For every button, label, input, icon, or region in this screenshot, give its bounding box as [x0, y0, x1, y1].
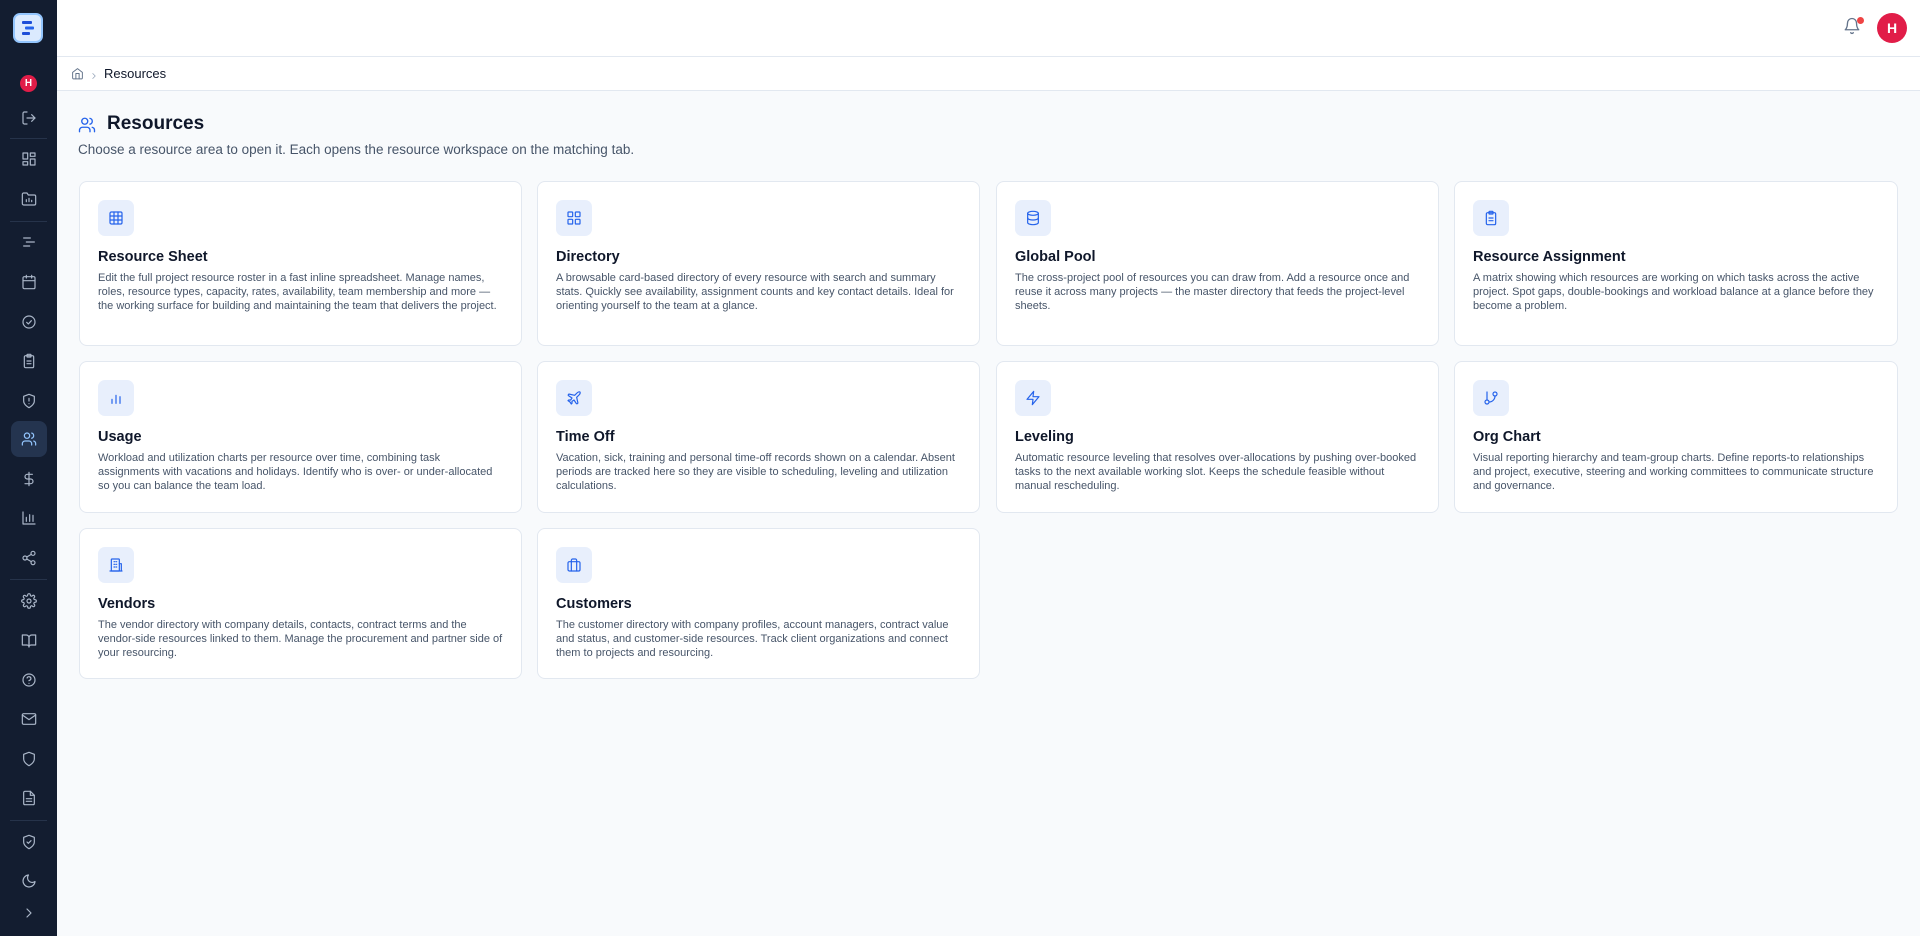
- user-avatar[interactable]: H: [1877, 13, 1907, 43]
- sidebar-user-avatar[interactable]: H: [20, 75, 37, 92]
- card-description: A matrix showing which resources are wor…: [1473, 272, 1874, 312]
- card-customers[interactable]: Customers The customer directory with co…: [537, 528, 980, 679]
- chevron-right-icon: [89, 68, 99, 80]
- card-description: A browsable card-based directory of ever…: [556, 272, 954, 312]
- breadcrumb-current: Resources: [104, 66, 167, 81]
- card-title: Usage: [98, 429, 142, 445]
- shield-icon[interactable]: [15, 745, 42, 772]
- moon-icon[interactable]: [15, 867, 42, 894]
- page-title: Resources: [107, 113, 205, 134]
- app-logo[interactable]: [13, 13, 43, 43]
- building-icon: [98, 547, 134, 583]
- card-description: The vendor directory with company detail…: [98, 619, 503, 659]
- sidebar-divider: [10, 820, 47, 821]
- card-title: Org Chart: [1473, 429, 1541, 445]
- home-icon[interactable]: [71, 67, 85, 81]
- card-title: Resource Sheet: [98, 249, 208, 265]
- card-description: Edit the full project resource roster in…: [98, 272, 497, 312]
- card-vendors[interactable]: Vendors The vendor directory with compan…: [79, 528, 522, 679]
- book-icon[interactable]: [15, 627, 42, 654]
- clipboard-icon: [1473, 200, 1509, 236]
- card-title: Global Pool: [1015, 249, 1096, 265]
- breadcrumb: Resources: [57, 57, 1920, 91]
- sidebar-divider: [10, 579, 47, 580]
- lightning-icon: [1015, 380, 1051, 416]
- grid-icon: [556, 200, 592, 236]
- card-time-off[interactable]: Time Off Vacation, sick, training and pe…: [537, 361, 980, 513]
- card-description: Automatic resource leveling that resolve…: [1015, 452, 1417, 492]
- logo-icon: [22, 21, 34, 35]
- help-icon[interactable]: [15, 666, 42, 693]
- dashboard-icon[interactable]: [15, 145, 42, 172]
- card-title: Directory: [556, 249, 620, 265]
- folder-icon[interactable]: [15, 185, 42, 212]
- notification-dot: [1857, 17, 1864, 24]
- card-description: The customer directory with company prof…: [556, 619, 949, 659]
- page-subtitle: Choose a resource area to open it. Each …: [78, 142, 635, 157]
- card-title: Time Off: [556, 429, 615, 445]
- card-resource-assignment[interactable]: Resource Assignment A matrix showing whi…: [1454, 181, 1898, 346]
- resources-icon[interactable]: [11, 421, 47, 457]
- card-title: Leveling: [1015, 429, 1074, 445]
- sidebar-divider: [10, 221, 47, 222]
- card-global-pool[interactable]: Global Pool The cross-project pool of re…: [996, 181, 1439, 346]
- check-circle-icon[interactable]: [15, 308, 42, 335]
- dollar-icon[interactable]: [15, 465, 42, 492]
- sidebar: H: [0, 0, 57, 936]
- shield-alert-icon[interactable]: [15, 387, 42, 414]
- card-description: Vacation, sick, training and personal ti…: [556, 452, 955, 492]
- document-icon[interactable]: [15, 784, 42, 811]
- calendar-icon[interactable]: [15, 268, 42, 295]
- mail-icon[interactable]: [15, 705, 42, 732]
- settings-gear-icon[interactable]: [15, 587, 42, 614]
- card-resource-sheet[interactable]: Resource Sheet Edit the full project res…: [79, 181, 522, 346]
- database-icon: [1015, 200, 1051, 236]
- resources-icon: [78, 116, 98, 136]
- card-directory[interactable]: Directory A browsable card-based directo…: [537, 181, 980, 346]
- sidebar-divider: [10, 138, 47, 139]
- clipboard-icon[interactable]: [15, 347, 42, 374]
- plane-icon: [556, 380, 592, 416]
- table-icon: [98, 200, 134, 236]
- bar-chart-icon: [98, 380, 134, 416]
- expand-chevron-icon[interactable]: [15, 899, 42, 926]
- top-bar: [57, 0, 1920, 57]
- card-description: Visual reporting hierarchy and team-grou…: [1473, 452, 1874, 492]
- card-title: Customers: [556, 596, 632, 612]
- card-description: The cross-project pool of resources you …: [1015, 272, 1410, 312]
- git-branch-icon: [1473, 380, 1509, 416]
- card-description: Workload and utilization charts per reso…: [98, 452, 493, 492]
- card-title: Vendors: [98, 596, 156, 612]
- card-usage[interactable]: Usage Workload and utilization charts pe…: [79, 361, 522, 513]
- shield-check-icon[interactable]: [15, 828, 42, 855]
- gantt-icon[interactable]: [15, 228, 42, 255]
- card-title: Resource Assignment: [1473, 249, 1626, 265]
- card-org-chart[interactable]: Org Chart Visual reporting hierarchy and…: [1454, 361, 1898, 513]
- card-leveling[interactable]: Leveling Automatic resource leveling tha…: [996, 361, 1439, 513]
- briefcase-icon: [556, 547, 592, 583]
- share-icon[interactable]: [15, 544, 42, 571]
- reports-chart-icon[interactable]: [15, 504, 42, 531]
- logout-icon[interactable]: [15, 104, 42, 131]
